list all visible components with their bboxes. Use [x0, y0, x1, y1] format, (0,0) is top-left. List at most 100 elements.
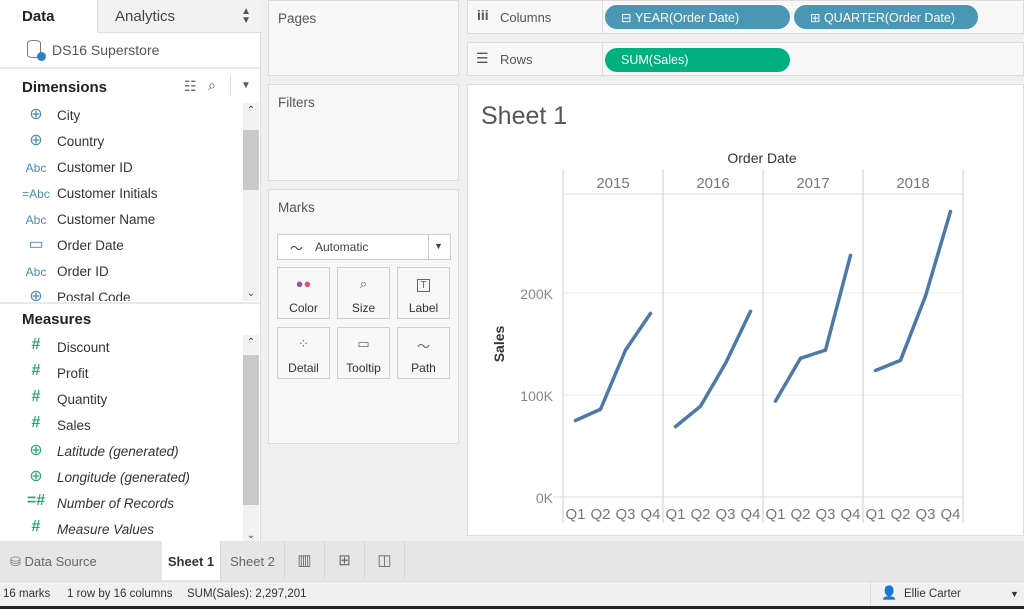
field-label: Measure Values [57, 522, 155, 537]
mark-type-select[interactable]: 〜 Automatic ▼ [277, 234, 451, 260]
y-axis-title: Sales [491, 325, 507, 362]
divider [230, 76, 231, 96]
filters-card[interactable]: Filters [268, 84, 459, 181]
marks-label-button[interactable]: T Label [397, 267, 450, 319]
measures-item[interactable]: ⊕ Longitude (generated) [0, 465, 240, 491]
dimensions-item[interactable]: ▭ Order Date [0, 233, 240, 259]
user-menu[interactable]: 👤 Ellie Carter ▼ [870, 582, 1024, 607]
database-icon [27, 40, 46, 61]
calculated-string-icon: =Abc [22, 187, 50, 201]
columns-shelf: iii Columns ⊟ YEAR(Order Date) ⊞ QUARTER(… [467, 0, 1024, 34]
y-tick-label: 0K [536, 490, 554, 506]
dimensions-list: ⊕ City ⊕ Country Abc Customer ID =Abc Customer … [0, 103, 243, 301]
field-label: Longitude (generated) [57, 470, 190, 485]
panel-header-2015: 2015 [596, 175, 629, 192]
measures-item[interactable]: ⊕ Latitude (generated) [0, 439, 240, 465]
panel-header-2017: 2017 [796, 175, 829, 192]
pill-quarter-order-date[interactable]: ⊞ QUARTER(Order Date) [794, 5, 978, 29]
x-tick-label: Q4 [740, 506, 760, 523]
x-tick-label: Q2 [590, 506, 610, 523]
expand-icon: ⊞ [810, 11, 824, 25]
new-dashboard-icon[interactable]: ⊞ [325, 541, 365, 580]
marks-color-button[interactable]: ●● Color [277, 267, 330, 319]
dimensions-item[interactable]: ⊕ Postal Code [0, 285, 240, 301]
marks-button-label: Label [408, 301, 439, 315]
calendar-icon: ▭ [28, 236, 44, 253]
marks-title: Marks [278, 200, 315, 215]
number-icon: # [31, 518, 41, 535]
string-icon: Abc [25, 161, 47, 175]
field-label: Country [57, 134, 105, 149]
series-line-2016 [673, 309, 753, 429]
marks-path-button[interactable]: 〜 Path [397, 327, 450, 379]
measures-item[interactable]: # Sales [0, 413, 240, 439]
measures-item[interactable]: # Discount [0, 335, 240, 361]
marks-tooltip-button[interactable]: ▭ Tooltip [337, 327, 390, 379]
dimensions-scrollbar[interactable]: ⌃ ⌄ [243, 103, 259, 301]
panel-header-2018: 2018 [896, 175, 929, 192]
dimensions-heading: Dimensions [22, 79, 108, 96]
pill-sum-sales[interactable]: SUM(Sales) [605, 48, 790, 72]
dimensions-item[interactable]: =Abc Customer Initials [0, 181, 240, 207]
globe-icon: ⊕ [29, 288, 43, 301]
new-story-icon[interactable]: ◫ [365, 541, 405, 580]
number-icon: # [31, 388, 41, 405]
pages-card[interactable]: Pages [268, 0, 459, 76]
field-label: Postal Code [57, 290, 131, 301]
field-label: Profit [57, 366, 89, 381]
rows-label: ☰ Rows [468, 43, 603, 75]
field-label: Discount [57, 340, 110, 355]
divider [0, 302, 260, 304]
x-tick-label: Q1 [865, 506, 885, 523]
chevron-down-icon[interactable]: ▼ [241, 80, 251, 91]
panel-header-2016: 2016 [696, 175, 729, 192]
dimensions-item[interactable]: Abc Customer ID [0, 155, 240, 181]
marks-button-label: Color [289, 301, 318, 315]
marks-button-label: Detail [288, 361, 319, 375]
x-tick-label: Q1 [565, 506, 585, 523]
pill-year-order-date[interactable]: ⊟ YEAR(Order Date) [605, 5, 790, 29]
x-tick-label: Q1 [665, 506, 685, 523]
sheet-tab-sheet-1[interactable]: Sheet 1 [162, 541, 221, 580]
tooltip-icon: ▭ [357, 336, 370, 351]
tab-analytics[interactable]: Analytics ▲ ▼ [97, 0, 261, 33]
dimensions-item[interactable]: Abc Order ID [0, 259, 240, 285]
rows-label-text: Rows [500, 52, 533, 67]
user-icon: 👤 [881, 585, 898, 600]
x-tick-label: Q3 [915, 506, 935, 523]
status-sum: SUM(Sales): 2,297,201 [187, 588, 307, 600]
sheet-tab-sheet-2[interactable]: Sheet 2 [221, 541, 285, 580]
dimensions-item[interactable]: Abc Customer Name [0, 207, 240, 233]
measures-item[interactable]: # Measure Values [0, 517, 240, 541]
dimensions-item[interactable]: ⊕ Country [0, 129, 240, 155]
status-dimensions: 1 row by 16 columns [67, 588, 173, 600]
measures-scrollbar[interactable]: ⌃ ⌄ [243, 335, 259, 541]
database-icon: ⛁ [10, 554, 25, 569]
marks-detail-button[interactable]: ⁘ Detail [277, 327, 330, 379]
series-line-2017 [773, 253, 853, 403]
search-icon[interactable]: ⌕ [208, 77, 216, 94]
measures-item[interactable]: # Quantity [0, 387, 240, 413]
field-label: Customer ID [57, 160, 133, 175]
x-tick-label: Q2 [790, 506, 810, 523]
measures-item[interactable]: # Profit [0, 361, 240, 387]
y-tick-label: 100K [520, 388, 553, 404]
datasource-item[interactable]: DS16 Superstore [0, 33, 260, 69]
field-label: Latitude (generated) [57, 444, 179, 459]
label-icon: T [398, 268, 449, 292]
series-line-2015 [573, 311, 653, 423]
tab-data[interactable]: Data [0, 0, 97, 33]
list-view-icon[interactable]: ☷ [184, 78, 197, 95]
detail-icon: ⁘ [298, 336, 309, 351]
number-icon: # [31, 414, 41, 431]
new-worksheet-icon[interactable]: ▥ [285, 541, 325, 580]
dimensions-item[interactable]: ⊕ City [0, 103, 240, 129]
globe-icon: ⊕ [29, 132, 43, 149]
x-tick-label: Q2 [890, 506, 910, 523]
filters-title: Filters [278, 95, 315, 110]
columns-icon: iii [477, 7, 489, 23]
measures-item[interactable]: =# Number of Records [0, 491, 240, 517]
marks-size-button[interactable]: ⌕ Size [337, 267, 390, 319]
field-label: Number of Records [57, 496, 175, 511]
data-source-tab[interactable]: ⛁ Data Source [0, 541, 162, 580]
